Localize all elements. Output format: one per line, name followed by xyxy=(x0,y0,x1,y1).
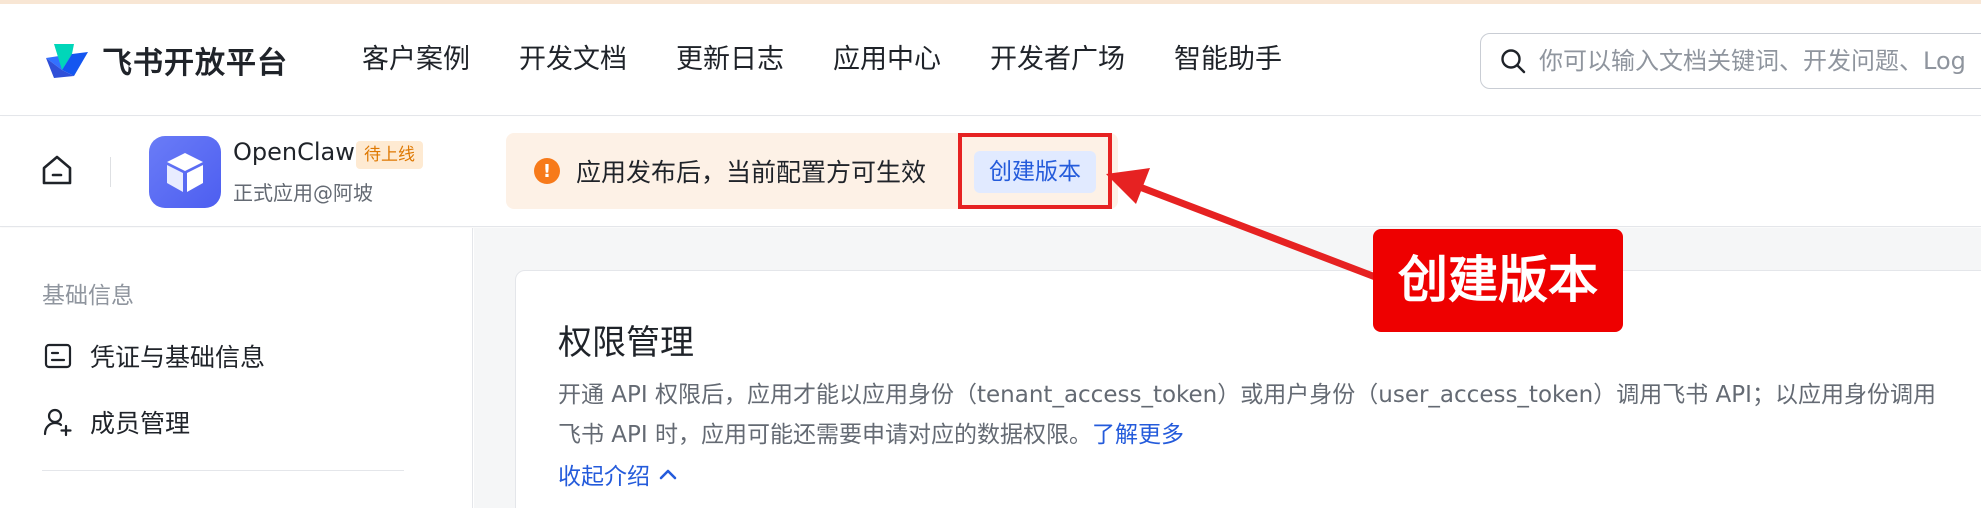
user-add-icon xyxy=(42,406,74,438)
sidebar: 基础信息 凭证与基础信息 成员管理 xyxy=(0,228,473,508)
create-version-button[interactable]: 创建版本 xyxy=(974,151,1096,193)
nav-item-cases[interactable]: 客户案例 xyxy=(362,40,470,80)
nav-menu: 客户案例 开发文档 更新日志 应用中心 开发者广场 智能助手 xyxy=(362,40,1331,80)
permission-description: 开通 API 权限后，应用才能以应用身份（tenant_access_token… xyxy=(558,375,1948,455)
nav-item-ai-assistant[interactable]: 智能助手 xyxy=(1174,40,1282,80)
annotation-callout: 创建版本 xyxy=(1373,229,1623,332)
sidebar-section-label: 基础信息 xyxy=(42,283,134,309)
sidebar-item-label: 成员管理 xyxy=(90,409,191,438)
collapse-intro-button[interactable]: 收起介绍 xyxy=(558,457,678,491)
search-icon xyxy=(1499,47,1527,75)
status-badge: 待上线 xyxy=(356,141,423,169)
nav-item-docs[interactable]: 开发文档 xyxy=(519,40,627,80)
annotation-highlight-box: 创建版本 xyxy=(958,133,1112,209)
header-divider xyxy=(110,157,111,187)
logo[interactable]: 飞书开放平台 xyxy=(44,38,288,82)
learn-more-link[interactable]: 了解更多 xyxy=(1092,422,1184,448)
page-title: 权限管理 xyxy=(558,323,694,363)
permission-card: 权限管理 开通 API 权限后，应用才能以应用身份（tenant_access_… xyxy=(515,270,1981,508)
nav-item-developer-square[interactable]: 开发者广场 xyxy=(990,40,1125,80)
notice-text: 应用发布后，当前配置方可生效 xyxy=(576,158,927,187)
collapse-label: 收起介绍 xyxy=(558,464,650,490)
sidebar-divider xyxy=(42,470,404,471)
nav-item-changelog[interactable]: 更新日志 xyxy=(676,40,784,80)
top-nav: 飞书开放平台 客户案例 开发文档 更新日志 应用中心 开发者广场 智能助手 xyxy=(0,4,1981,116)
publish-notice: ! 应用发布后，当前配置方可生效 创建版本 xyxy=(506,133,1118,209)
sidebar-item-label: 凭证与基础信息 xyxy=(90,343,266,372)
id-card-icon xyxy=(42,340,74,372)
warning-icon: ! xyxy=(534,158,560,184)
app-header: OpenClaw 待上线 正式应用@阿坡 ! 应用发布后，当前配置方可生效 创建… xyxy=(0,117,1981,227)
sidebar-item-credentials[interactable]: 凭证与基础信息 xyxy=(42,338,265,374)
sidebar-item-members[interactable]: 成员管理 xyxy=(42,404,190,440)
home-icon[interactable] xyxy=(40,153,74,191)
search-input[interactable] xyxy=(1539,47,1981,75)
app-subtitle: 正式应用@阿坡 xyxy=(233,181,373,205)
feishu-logo-icon xyxy=(44,40,90,80)
chevron-up-icon xyxy=(650,461,678,487)
app-name: OpenClaw xyxy=(233,138,355,166)
nav-item-app-center[interactable]: 应用中心 xyxy=(833,40,941,80)
logo-text: 飞书开放平台 xyxy=(102,46,288,81)
page: 飞书开放平台 客户案例 开发文档 更新日志 应用中心 开发者广场 智能助手 你可… xyxy=(0,0,1981,508)
description-text: 开通 API 权限后，应用才能以应用身份（tenant_access_token… xyxy=(558,382,1936,448)
search-box[interactable] xyxy=(1480,33,1981,89)
cube-icon xyxy=(149,136,221,208)
